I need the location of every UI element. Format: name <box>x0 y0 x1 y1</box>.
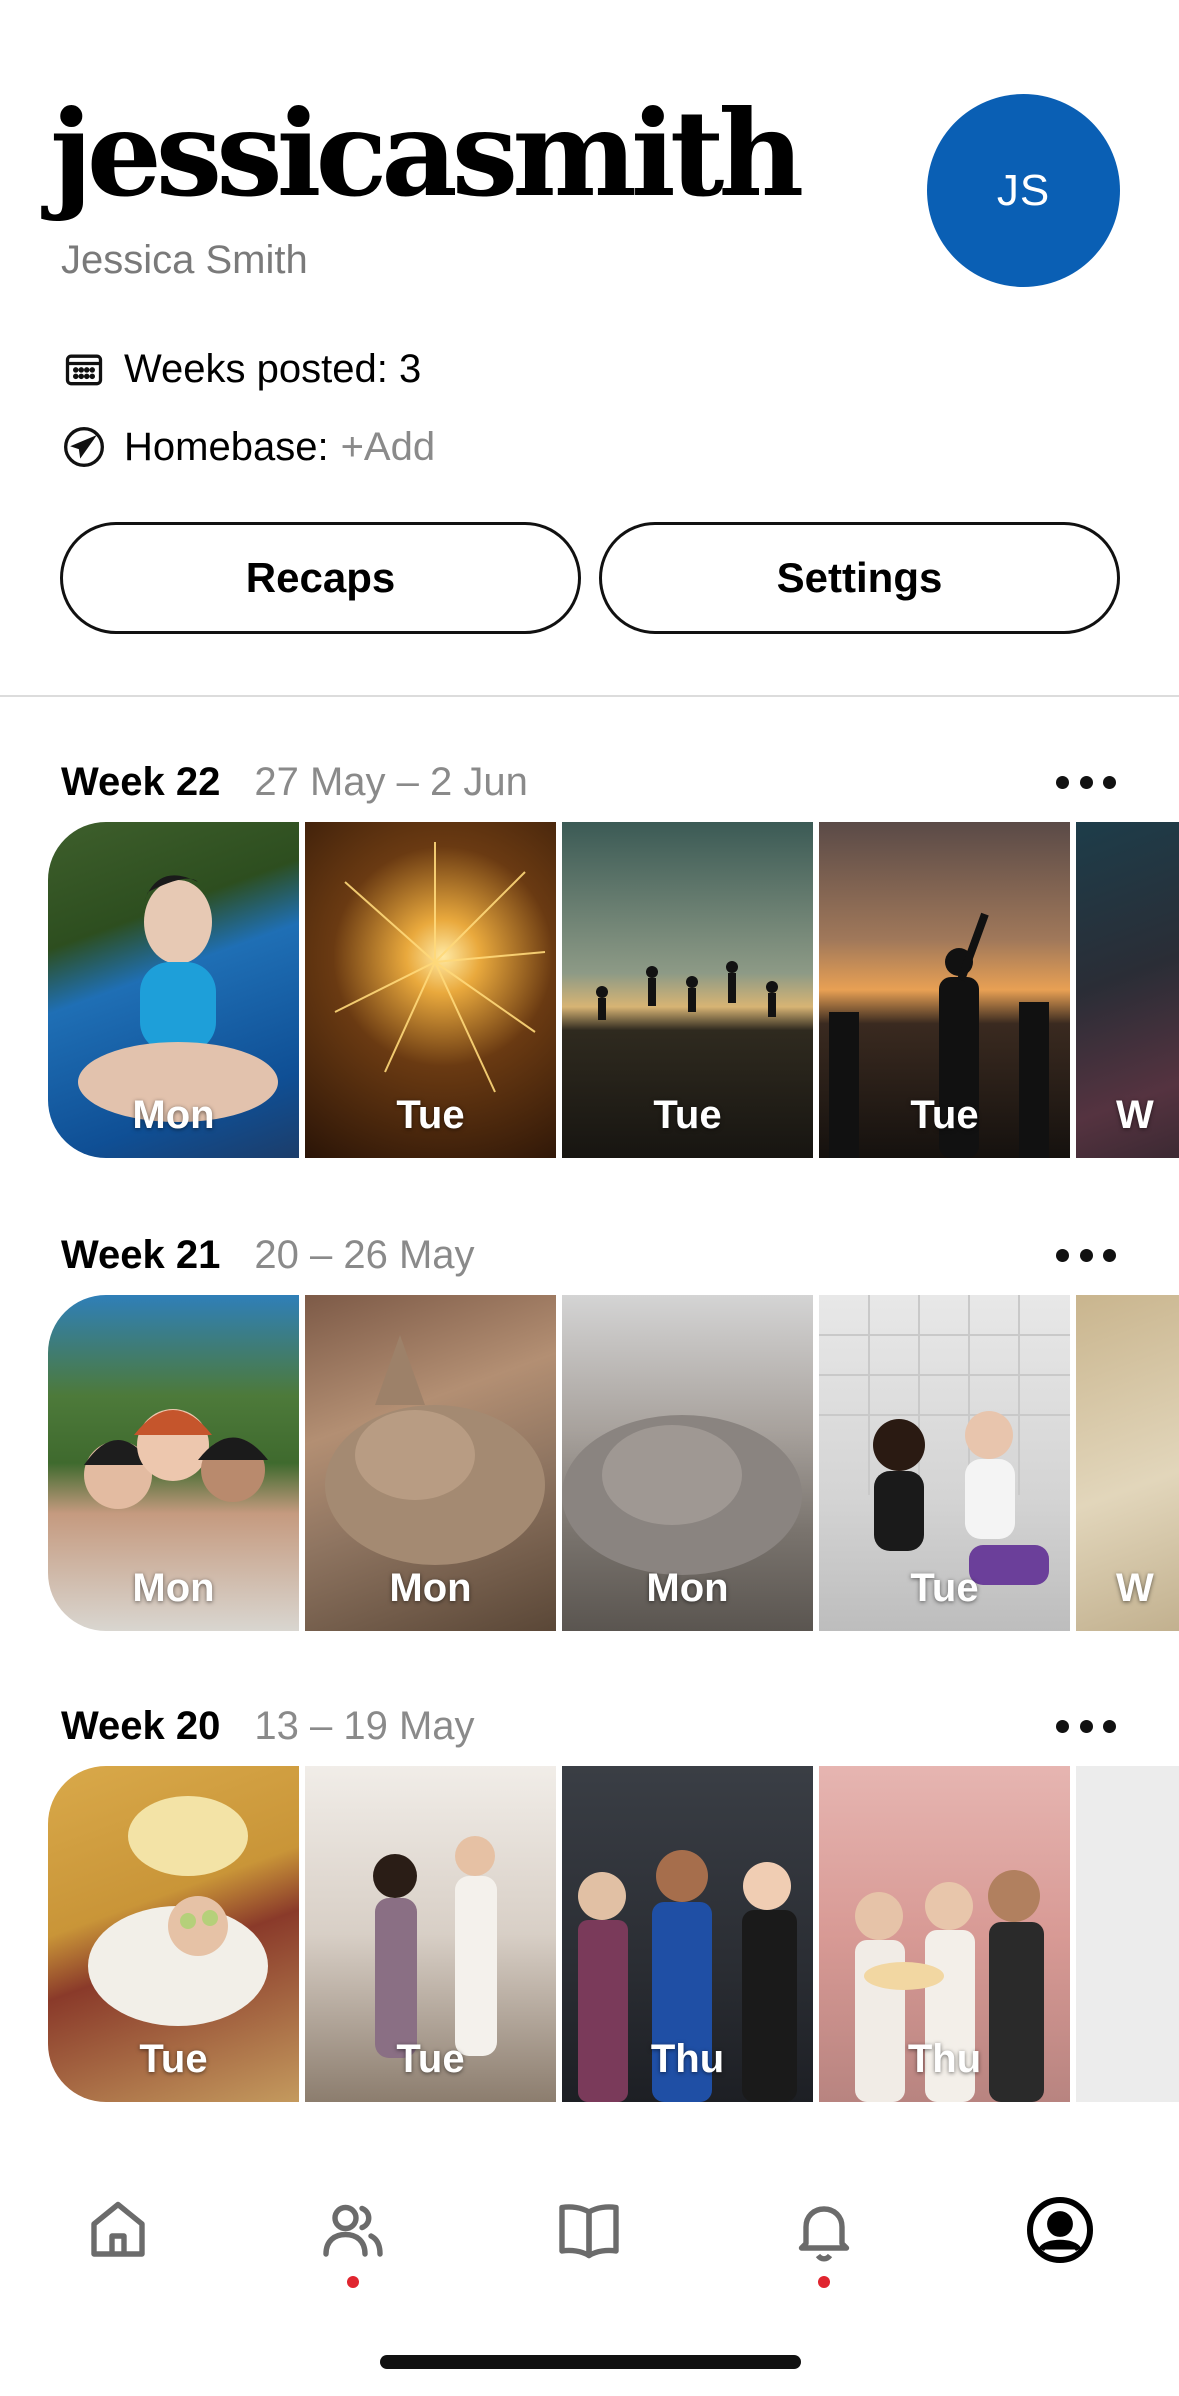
settings-button[interactable]: Settings <box>599 522 1120 634</box>
avatar-initials: JS <box>996 165 1051 215</box>
weeks-posted-text: Weeks posted: 3 <box>124 346 422 391</box>
tab-profile[interactable] <box>1020 2190 1100 2270</box>
divider <box>0 695 1179 697</box>
photo-strip[interactable]: Mon Tue Tue Tue W <box>48 822 1179 1158</box>
profile-header: jessicasmith Jessica Smith JS Weeks post… <box>0 0 1179 700</box>
homebase-add-link[interactable]: +Add <box>341 425 436 470</box>
homebase-row[interactable]: Homebase: +Add <box>62 422 435 472</box>
week-section: Week 22 27 May – 2 Jun Mon Tue Tue Tue W <box>0 752 1179 1192</box>
week-range: 13 – 19 May <box>254 1703 475 1748</box>
photo-tile[interactable]: Mon <box>48 1295 299 1631</box>
week-title: Week 20 <box>61 1703 221 1748</box>
weeks-posted-row: Weeks posted: 3 <box>62 344 421 394</box>
week-range: 27 May – 2 Jun <box>254 759 528 804</box>
day-label: Tue <box>910 1093 979 1137</box>
photo-tile[interactable]: Tue <box>305 1766 556 2102</box>
day-label: Mon <box>389 1566 472 1610</box>
home-indicator[interactable] <box>380 2355 801 2369</box>
tab-friends[interactable] <box>313 2190 393 2288</box>
recaps-button[interactable]: Recaps <box>60 522 581 634</box>
photo-strip[interactable]: Tue Tue Thu Thu <box>48 1766 1179 2102</box>
day-label: W <box>1116 1566 1154 1610</box>
photo-strip[interactable]: Mon Mon Mon Tue W <box>48 1295 1179 1631</box>
homebase-label: Homebase: <box>124 424 329 469</box>
photo-tile[interactable]: Tue <box>819 1295 1070 1631</box>
day-label: Mon <box>132 1093 215 1137</box>
day-label: Tue <box>653 1093 722 1137</box>
day-label: W <box>1116 1093 1154 1137</box>
avatar[interactable]: JS <box>927 94 1120 287</box>
day-label: Tue <box>396 2037 465 2081</box>
username: jessicasmith <box>50 84 804 223</box>
week-range: 20 – 26 May <box>254 1232 475 1277</box>
day-label: Mon <box>132 1566 215 1610</box>
location-arrow-icon <box>64 427 104 467</box>
photo-tile[interactable]: Tue <box>305 822 556 1158</box>
photo-tile[interactable]: Tue <box>562 822 813 1158</box>
day-label: Tue <box>910 1566 979 1610</box>
day-label: Tue <box>139 2037 208 2081</box>
photo-tile[interactable]: Thu <box>562 1766 813 2102</box>
tab-book[interactable] <box>549 2190 629 2270</box>
friends-badge <box>347 2276 359 2288</box>
add-photo-tile[interactable] <box>1076 1766 1179 2102</box>
full-name: Jessica Smith <box>61 238 308 282</box>
day-label: Thu <box>907 2037 982 2081</box>
day-label: Tue <box>396 1093 465 1137</box>
home-icon <box>91 2201 145 2257</box>
profile-icon <box>1027 2197 1093 2263</box>
notifications-badge <box>818 2276 830 2288</box>
tab-notifications[interactable] <box>784 2190 864 2288</box>
photo-tile[interactable]: Mon <box>48 822 299 1158</box>
day-label: Mon <box>646 1566 729 1610</box>
tab-home[interactable] <box>78 2190 158 2270</box>
photo-tile[interactable]: Thu <box>819 1766 1070 2102</box>
week-title: Week 21 <box>61 1232 221 1277</box>
photo-tile[interactable]: Tue <box>48 1766 299 2102</box>
more-options-icon[interactable] <box>1056 1714 1116 1738</box>
week-section: Week 21 20 – 26 May Mon Mon Mon Tue W <box>0 1225 1179 1665</box>
day-label: Thu <box>650 2037 725 2081</box>
photo-tile[interactable]: Tue <box>819 822 1070 1158</box>
photo-tile[interactable]: Mon <box>305 1295 556 1631</box>
more-options-icon[interactable] <box>1056 770 1116 794</box>
bell-icon <box>798 2206 850 2262</box>
photo-tile[interactable]: W <box>1076 822 1179 1158</box>
more-options-icon[interactable] <box>1056 1243 1116 1267</box>
book-icon <box>559 2204 619 2259</box>
week-title: Week 22 <box>61 759 221 804</box>
week-section: Week 20 13 – 19 May Tue Tue Thu Thu <box>0 1696 1179 2136</box>
tab-bar <box>0 2130 1179 2310</box>
calendar-icon <box>65 354 103 386</box>
friends-icon <box>323 2204 383 2257</box>
photo-tile[interactable]: W <box>1076 1295 1179 1631</box>
photo-tile[interactable]: Mon <box>562 1295 813 1631</box>
